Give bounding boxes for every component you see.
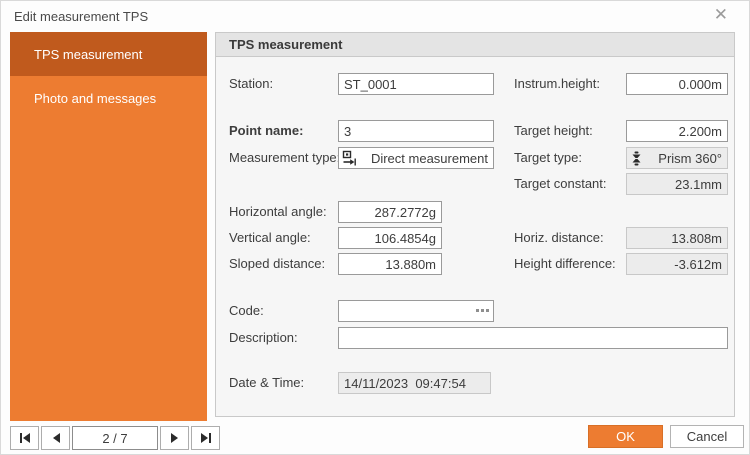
code-input[interactable] bbox=[338, 300, 494, 322]
horizontal-angle-label: Horizontal angle: bbox=[229, 201, 327, 223]
last-record-button[interactable] bbox=[191, 426, 220, 450]
sidebar-item-photo-and-messages[interactable]: Photo and messages bbox=[10, 76, 207, 120]
record-counter[interactable]: 2 / 7 bbox=[72, 426, 158, 450]
target-height-input[interactable] bbox=[626, 120, 728, 142]
next-record-icon bbox=[169, 432, 181, 444]
ok-button[interactable]: OK bbox=[588, 425, 663, 448]
target-type-label: Target type: bbox=[514, 147, 582, 169]
target-height-label: Target height: bbox=[514, 120, 593, 142]
sidebar-item-tps-measurement[interactable]: TPS measurement bbox=[10, 32, 207, 76]
target-constant-value: 23.1mm bbox=[675, 177, 722, 192]
description-label: Description: bbox=[229, 327, 298, 349]
point-name-input[interactable] bbox=[338, 120, 494, 142]
tps-measurement-panel: TPS measurement Station: Instrum.height:… bbox=[215, 32, 735, 417]
horiz-distance-label: Horiz. distance: bbox=[514, 227, 604, 249]
code-label: Code: bbox=[229, 300, 264, 322]
first-record-icon bbox=[19, 432, 31, 444]
point-name-label: Point name: bbox=[229, 120, 303, 142]
vertical-angle-label: Vertical angle: bbox=[229, 227, 311, 249]
target-type-field: Prism 360° bbox=[626, 147, 728, 169]
height-difference-label: Height difference: bbox=[514, 253, 616, 275]
horiz-distance-field: 13.808m bbox=[626, 227, 728, 249]
horiz-distance-value: 13.808m bbox=[671, 231, 722, 246]
close-icon[interactable]: ✕ bbox=[714, 6, 728, 23]
panel-title: TPS measurement bbox=[216, 33, 734, 57]
instrum-height-label: Instrum.height: bbox=[514, 73, 600, 95]
target-type-value: Prism 360° bbox=[643, 151, 722, 166]
sidebar-item-label: TPS measurement bbox=[34, 47, 142, 62]
first-record-button[interactable] bbox=[10, 426, 39, 450]
height-difference-value: -3.612m bbox=[674, 257, 722, 272]
sidebar-item-label: Photo and messages bbox=[34, 91, 156, 106]
vertical-angle-input[interactable] bbox=[338, 227, 442, 249]
code-browse-button[interactable] bbox=[476, 309, 489, 312]
datetime-field: 14/11/2023 09:47:54 bbox=[338, 372, 491, 394]
record-pager: 2 / 7 bbox=[10, 426, 222, 450]
measurement-type-label: Measurement type: bbox=[229, 147, 340, 169]
station-input[interactable] bbox=[338, 73, 494, 95]
prism-360-icon bbox=[630, 151, 643, 166]
previous-record-button[interactable] bbox=[41, 426, 70, 450]
target-constant-label: Target constant: bbox=[514, 173, 607, 195]
measurement-type-value: Direct measurement bbox=[358, 151, 488, 166]
last-record-icon bbox=[200, 432, 212, 444]
height-difference-field: -3.612m bbox=[626, 253, 728, 275]
description-input[interactable] bbox=[338, 327, 728, 349]
target-constant-field: 23.1mm bbox=[626, 173, 728, 195]
station-label: Station: bbox=[229, 73, 273, 95]
horizontal-angle-input[interactable] bbox=[338, 201, 442, 223]
next-record-button[interactable] bbox=[160, 426, 189, 450]
datetime-label: Date & Time: bbox=[229, 372, 304, 394]
code-field bbox=[338, 300, 494, 322]
sloped-distance-label: Sloped distance: bbox=[229, 253, 325, 275]
measurement-type-field[interactable]: Direct measurement bbox=[338, 147, 494, 169]
sloped-distance-input[interactable] bbox=[338, 253, 442, 275]
previous-record-icon bbox=[50, 432, 62, 444]
dialog-title: Edit measurement TPS bbox=[14, 9, 148, 24]
direct-measurement-icon bbox=[342, 150, 358, 166]
sidebar: TPS measurement Photo and messages bbox=[10, 32, 207, 421]
instrum-height-input[interactable] bbox=[626, 73, 728, 95]
datetime-value: 14/11/2023 09:47:54 bbox=[344, 376, 466, 391]
cancel-button[interactable]: Cancel bbox=[670, 425, 744, 448]
